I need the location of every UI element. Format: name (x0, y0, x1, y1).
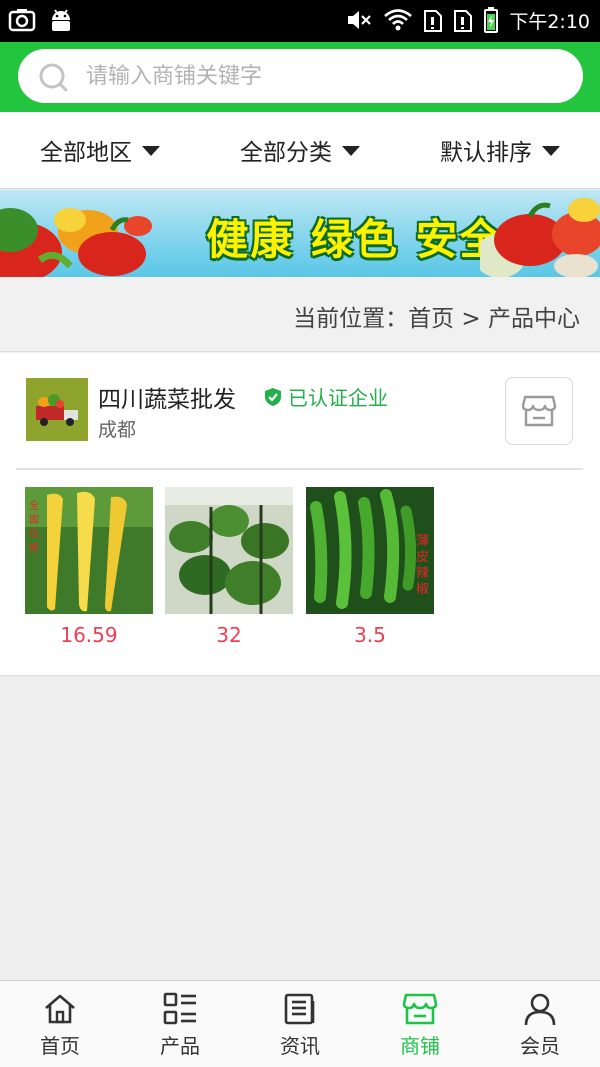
svg-text:包: 包 (29, 527, 39, 540)
store-city: 成都 (98, 419, 137, 441)
filter-category[interactable]: 全部分类 (200, 112, 400, 188)
wifi-icon (384, 9, 413, 31)
product-image-green-chili-peppers[interactable]: 薄皮 辣椒 (306, 487, 434, 614)
search-header (0, 42, 600, 112)
product-item[interactable]: 32 (165, 487, 293, 647)
nav-stores[interactable]: 商铺 (360, 981, 480, 1067)
grid-list-icon (163, 992, 196, 1025)
news-icon (284, 993, 315, 1025)
caret-down-icon (142, 146, 160, 156)
bottom-nav: 首页 产品 资讯 商铺 会员 (0, 980, 600, 1067)
svg-text:国: 国 (29, 514, 39, 526)
shield-check-icon (265, 387, 281, 406)
store-card[interactable]: 四川蔬菜批发 已认证企业 成都 全国 包邮 16.59 32 薄 皮 辣 椒 3… (0, 353, 600, 676)
card-divider (16, 468, 583, 470)
product-item[interactable]: 薄皮 辣椒 3.5 (306, 487, 434, 647)
product-price: 32 (216, 623, 242, 647)
filter-region-label: 全部地区 (40, 140, 132, 166)
nav-member-label: 会员 (520, 1034, 560, 1058)
breadcrumb: 当前位置：首页 > 产品中心 (293, 306, 580, 332)
nav-home[interactable]: 首页 (0, 981, 120, 1067)
filter-sort[interactable]: 默认排序 (400, 112, 600, 188)
filter-sort-label: 默认排序 (440, 140, 532, 166)
banner-slogan: 健康 绿色 安全 (206, 215, 504, 264)
product-image-yellow-carrots[interactable]: 全国 包邮 (25, 487, 153, 614)
svg-text:邮: 邮 (29, 541, 39, 554)
filter-bar: 全部地区 全部分类 默认排序 (0, 112, 600, 189)
clock: 下午2:10 (509, 10, 590, 33)
search-box[interactable] (18, 49, 583, 103)
nav-products-label: 产品 (160, 1034, 200, 1058)
store-icon (402, 993, 438, 1025)
breadcrumb-bar: 当前位置：首页 > 产品中心 (0, 277, 600, 352)
user-icon (524, 993, 556, 1026)
svg-text:椒: 椒 (416, 582, 429, 597)
product-price: 3.5 (354, 623, 386, 647)
sim1-icon (424, 10, 443, 32)
android-icon (52, 9, 70, 31)
nav-news[interactable]: 资讯 (240, 981, 360, 1067)
verified-badge: 已认证企业 (264, 382, 388, 411)
svg-text:全: 全 (29, 499, 39, 512)
product-item[interactable]: 全国 包邮 16.59 (25, 487, 153, 647)
nav-home-label: 首页 (40, 1034, 80, 1058)
verified-label: 已认证企业 (288, 386, 388, 410)
svg-text:辣: 辣 (416, 566, 429, 581)
svg-text:薄: 薄 (416, 534, 429, 549)
product-image-green-bean-plants[interactable] (165, 487, 293, 614)
storefront-icon (521, 395, 557, 427)
sim2-icon (454, 10, 473, 32)
battery-icon (484, 7, 499, 33)
promo-banner[interactable]: 健康 绿色 安全 (0, 190, 600, 277)
caret-down-icon (342, 146, 360, 156)
screenshot-icon (8, 9, 36, 32)
vegetables-illustration-right (480, 198, 600, 277)
search-input[interactable] (86, 49, 566, 103)
search-icon (39, 63, 68, 92)
nav-member[interactable]: 会员 (480, 981, 600, 1067)
home-icon (45, 994, 75, 1024)
caret-down-icon (542, 146, 560, 156)
nav-stores-label: 商铺 (400, 1034, 440, 1058)
nav-products[interactable]: 产品 (120, 981, 240, 1067)
store-name[interactable]: 四川蔬菜批发 (98, 380, 236, 414)
svg-text:皮: 皮 (416, 550, 429, 565)
volume-muted-icon (348, 11, 372, 29)
vegetables-illustration-left (0, 208, 152, 277)
enter-store-button[interactable] (505, 377, 573, 445)
filter-category-label: 全部分类 (240, 140, 332, 166)
store-logo (26, 378, 88, 441)
status-bar: 下午2:10 (0, 0, 600, 42)
product-price: 16.59 (60, 623, 118, 647)
filter-region[interactable]: 全部地区 (0, 112, 200, 188)
nav-news-label: 资讯 (280, 1034, 320, 1058)
